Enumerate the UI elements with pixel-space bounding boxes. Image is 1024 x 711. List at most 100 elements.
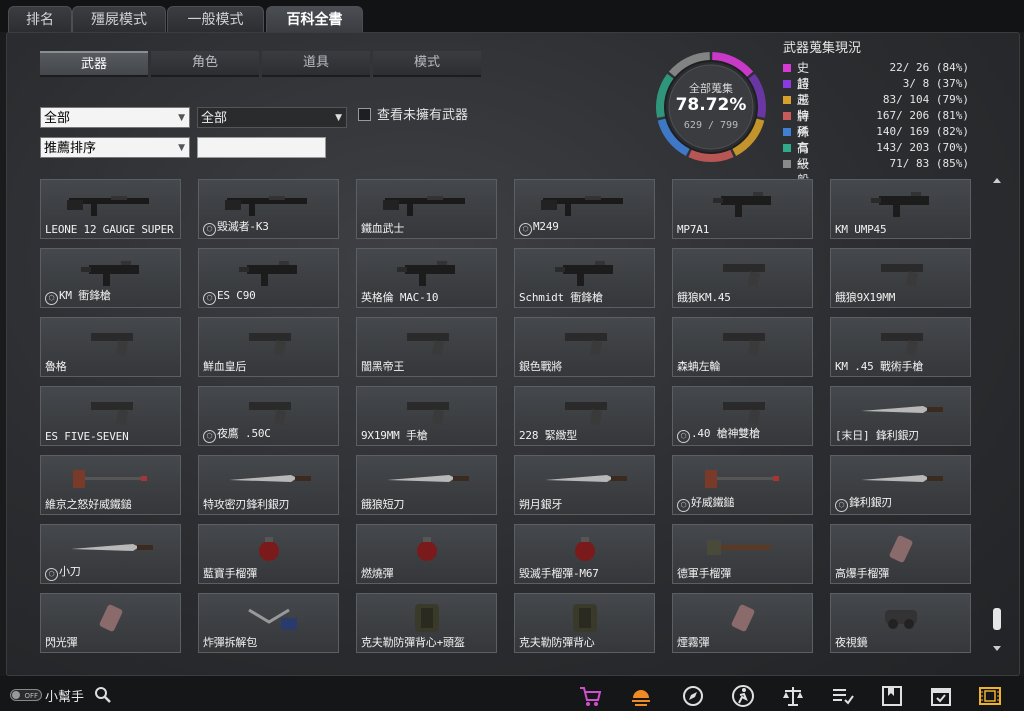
weapon-card[interactable]: 夜視鏡 <box>830 593 971 653</box>
bottom-bar <box>0 676 1024 711</box>
weapon-card[interactable]: ⬡ 鋒利銀刃 <box>830 455 971 515</box>
top-tab-bar: 排名 殭屍模式 一般模式 百科全書 <box>0 0 1024 33</box>
weapon-card[interactable]: 銀色戰將 <box>514 317 655 377</box>
grid-scrollbar[interactable] <box>990 176 1004 656</box>
scroll-thumb[interactable] <box>993 608 1001 630</box>
weapon-card[interactable]: ⬡ KM 衝鋒槍 <box>40 248 181 308</box>
weapon-card[interactable]: 高爆手榴彈 <box>830 524 971 584</box>
weapon-card[interactable]: 魯格 <box>40 317 181 377</box>
compass-icon[interactable] <box>680 683 706 709</box>
weapon-card[interactable]: 燃燒彈 <box>356 524 497 584</box>
tab-ranking[interactable]: 排名 <box>8 6 72 33</box>
weapon-card[interactable]: 維京之怒好威鐵鎚 <box>40 455 181 515</box>
weapon-card[interactable]: ⬡ 小刀 <box>40 524 181 584</box>
helper-toggle[interactable]: OFF <box>10 689 42 701</box>
weapon-card[interactable]: 炸彈拆解包 <box>198 593 339 653</box>
weapon-card[interactable]: 克夫勒防彈背心 <box>514 593 655 653</box>
weapon-name: Schmidt 衝鋒槍 <box>519 291 603 304</box>
weapon-card[interactable]: MP7A1 <box>672 179 813 239</box>
grenade-icon <box>417 537 437 561</box>
weapon-card-name: 煙霧彈 <box>677 634 710 650</box>
film-icon[interactable] <box>977 683 1003 709</box>
weapon-name: 英格倫 MAC-10 <box>361 291 439 304</box>
weapon-card[interactable]: 餓狼短刀 <box>356 455 497 515</box>
chevron-down-icon: ▼ <box>178 143 185 153</box>
knife-icon <box>861 475 943 482</box>
scroll-down-arrow-icon[interactable] <box>993 646 1001 651</box>
weapon-card[interactable]: ⬡ 夜鷹 .50C <box>198 386 339 446</box>
calendar-check-icon[interactable] <box>928 683 954 709</box>
weapon-card[interactable]: 閃光彈 <box>40 593 181 653</box>
hexagon-badge-icon: ⬡ <box>677 430 690 443</box>
bookmark-card-icon[interactable] <box>879 683 905 709</box>
weapon-card[interactable]: ES FIVE-SEVEN <box>40 386 181 446</box>
tab-normal-mode[interactable]: 一般模式 <box>167 6 264 33</box>
search-icon[interactable] <box>93 685 113 705</box>
weapon-card[interactable]: 228 緊緻型 <box>514 386 655 446</box>
vest-icon <box>415 604 439 632</box>
subtab-modes[interactable]: 模式 <box>373 51 481 77</box>
weapon-card[interactable]: ⬡ 好威鐵鎚 <box>672 455 813 515</box>
search-input[interactable] <box>197 137 326 158</box>
weapon-card[interactable]: 藍寶手榴彈 <box>198 524 339 584</box>
show-unowned-checkbox[interactable] <box>358 108 371 121</box>
weapon-name: KM UMP45 <box>835 223 887 236</box>
weapon-card[interactable]: 克夫勒防彈背心+頭盔 <box>356 593 497 653</box>
hexagon-badge-icon: ⬡ <box>203 223 216 236</box>
scroll-up-arrow-icon[interactable] <box>993 178 1001 183</box>
weapon-card[interactable]: ⬡ 毀滅者-K3 <box>198 179 339 239</box>
weapon-card[interactable]: 朔月銀牙 <box>514 455 655 515</box>
weapon-card[interactable]: KM .45 戰術手槍 <box>830 317 971 377</box>
weapon-name: M249 <box>533 220 559 233</box>
weapon-card-name: ⬡ .40 槍神雙槍 <box>677 425 760 443</box>
weapon-card[interactable]: LEONE 12 GAUGE SUPER <box>40 179 181 239</box>
weapon-card[interactable]: 毀滅手榴彈-M67 <box>514 524 655 584</box>
weapon-card[interactable]: 餓狼KM.45 <box>672 248 813 308</box>
weapon-card-name: 銀色戰將 <box>519 358 562 374</box>
runner-icon[interactable] <box>730 683 756 709</box>
weapon-card[interactable]: [末日] 鋒利銀刃 <box>830 386 971 446</box>
sort-select-value: 推薦排序 <box>44 141 97 156</box>
scales-icon[interactable] <box>780 683 806 709</box>
weapon-card[interactable]: 煙霧彈 <box>672 593 813 653</box>
tab-encyclopedia[interactable]: 百科全書 <box>266 6 363 33</box>
sub-select[interactable]: 全部 ▼ <box>197 107 347 128</box>
weapon-card[interactable]: 闇黑帝王 <box>356 317 497 377</box>
weapon-card[interactable]: ⬡ .40 槍神雙槍 <box>672 386 813 446</box>
weapon-card[interactable]: 鮮血皇后 <box>198 317 339 377</box>
weapon-card-name: ⬡ 小刀 <box>45 563 81 581</box>
weapon-card[interactable]: 森蚺左輪 <box>672 317 813 377</box>
pistol-icon <box>881 333 923 356</box>
weapon-card[interactable]: 餓狼9X19MM <box>830 248 971 308</box>
subtab-characters[interactable]: 角色 <box>151 51 259 77</box>
weapon-name: KM .45 戰術手槍 <box>835 360 924 373</box>
type-select[interactable]: 全部 ▼ <box>40 107 190 128</box>
weapon-card[interactable]: 德軍手榴彈 <box>672 524 813 584</box>
weapon-card[interactable]: Schmidt 衝鋒槍 <box>514 248 655 308</box>
weapon-name: 燃燒彈 <box>361 567 394 580</box>
weapon-name: 魯格 <box>45 360 67 373</box>
subtab-weapons[interactable]: 武器 <box>40 51 148 77</box>
weapon-card-name: KM UMP45 <box>835 223 887 236</box>
rarity-count: 71/ 83 (85%) <box>889 157 969 170</box>
weapon-card[interactable]: ⬡ M249 <box>514 179 655 239</box>
weapon-card[interactable]: KM UMP45 <box>830 179 971 239</box>
checklist-icon[interactable] <box>830 683 856 709</box>
weapon-card[interactable]: ⬡ ES C90 <box>198 248 339 308</box>
weapon-card[interactable]: 英格倫 MAC-10 <box>356 248 497 308</box>
smg-icon <box>555 261 613 286</box>
weapon-card[interactable]: 鐵血武士 <box>356 179 497 239</box>
weapon-card[interactable]: 9X19MM 手槍 <box>356 386 497 446</box>
weapon-name: 鐵血武士 <box>361 222 405 235</box>
weapon-name: 毀滅手榴彈-M67 <box>519 567 599 580</box>
goggles-icon <box>885 610 917 629</box>
event-sunset-icon[interactable] <box>628 683 654 709</box>
weapon-card-name: 朔月銀牙 <box>519 496 562 512</box>
pistol-icon <box>723 402 765 425</box>
weapon-card[interactable]: 特攻密刃鋒利銀刃 <box>198 455 339 515</box>
sort-select[interactable]: 推薦排序 ▼ <box>40 137 190 158</box>
shop-cart-icon[interactable] <box>577 683 603 709</box>
subtab-items[interactable]: 道具 <box>262 51 370 77</box>
weapon-name: [末日] 鋒利銀刃 <box>835 429 920 442</box>
tab-zombie-mode[interactable]: 殭屍模式 <box>72 6 166 33</box>
